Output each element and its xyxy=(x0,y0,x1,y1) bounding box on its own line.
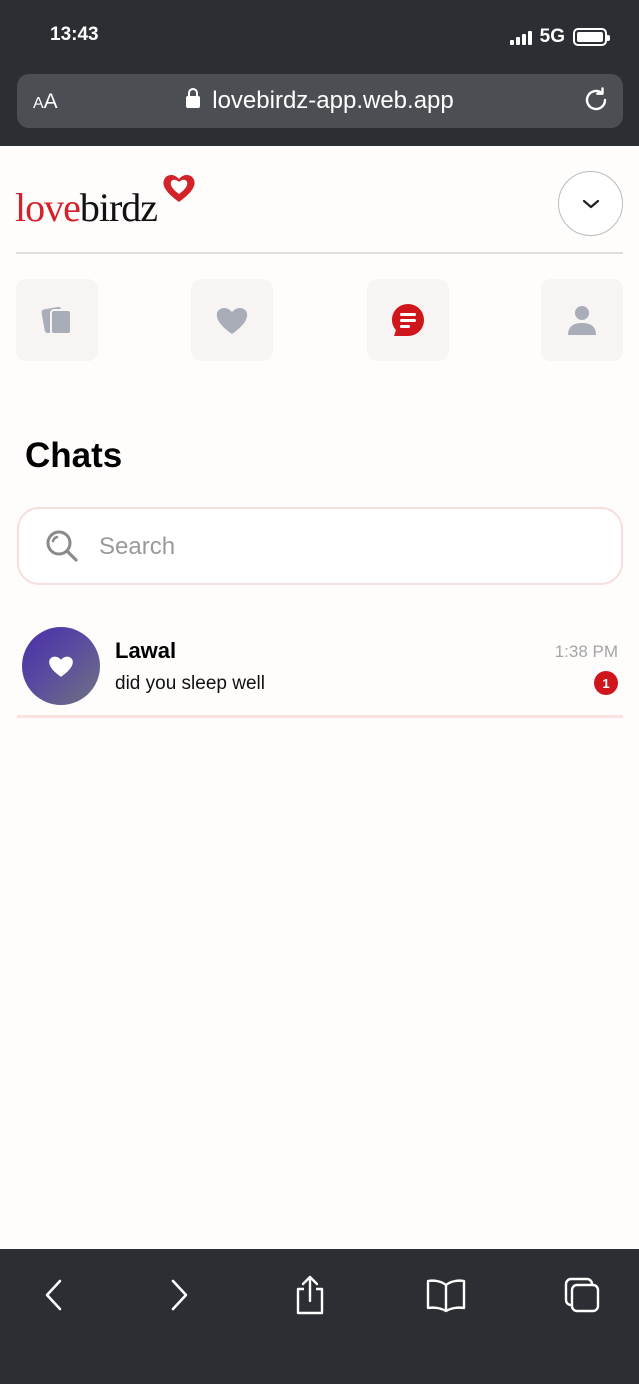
url-text: lovebirdz-app.web.app xyxy=(212,87,454,114)
share-icon xyxy=(296,1275,324,1315)
tabs-button[interactable] xyxy=(558,1271,606,1319)
battery-icon xyxy=(573,28,610,46)
chevron-down-icon xyxy=(582,199,599,208)
logo-heart-icon xyxy=(163,174,195,202)
cards-icon xyxy=(41,306,72,335)
bookmarks-button[interactable] xyxy=(422,1271,470,1319)
search-icon xyxy=(46,530,78,562)
lock-icon xyxy=(186,88,201,108)
page-title: Chats xyxy=(25,436,123,475)
chat-icon xyxy=(392,304,424,336)
reload-icon[interactable] xyxy=(581,85,611,115)
chevron-right-icon xyxy=(171,1279,188,1311)
chat-last-message: did you sleep well xyxy=(115,673,265,694)
url-display[interactable]: lovebirdz-app.web.app xyxy=(17,87,623,115)
search-input[interactable] xyxy=(99,529,579,565)
nav-tab-discover[interactable] xyxy=(16,279,98,361)
app-logo[interactable]: lovebirdz xyxy=(15,172,205,230)
chat-timestamp: 1:38 PM xyxy=(554,642,618,661)
signal-icon xyxy=(509,29,532,45)
browser-toolbar xyxy=(0,1249,639,1384)
header-divider xyxy=(16,252,623,254)
browser-top-chrome: 13:43 5G AA lovebirdz-app.web.app xyxy=(0,0,639,146)
nav-tab-likes[interactable] xyxy=(191,279,273,361)
logo-wordmark: lovebirdz xyxy=(15,185,158,230)
search-box[interactable] xyxy=(17,507,623,585)
status-indicators: 5G xyxy=(509,26,610,48)
book-icon xyxy=(426,1279,466,1313)
nav-tab-chats[interactable] xyxy=(367,279,449,361)
person-icon xyxy=(568,306,596,335)
back-button[interactable] xyxy=(30,1271,78,1319)
chat-list-item[interactable]: Lawal did you sleep well 1:38 PM 1 xyxy=(17,620,623,718)
chevron-left-icon xyxy=(45,1279,62,1311)
account-dropdown-button[interactable] xyxy=(558,171,623,236)
network-label: 5G xyxy=(539,26,565,47)
heart-icon xyxy=(49,656,73,677)
share-button[interactable] xyxy=(286,1271,334,1319)
address-bar[interactable]: AA lovebirdz-app.web.app xyxy=(17,74,623,128)
avatar xyxy=(22,627,100,705)
heart-icon xyxy=(216,307,248,334)
unread-badge: 1 xyxy=(594,671,618,695)
status-time: 13:43 xyxy=(50,24,99,45)
nav-tab-profile[interactable] xyxy=(541,279,623,361)
forward-button[interactable] xyxy=(155,1271,203,1319)
tabs-icon xyxy=(564,1277,600,1313)
chat-contact-name: Lawal xyxy=(115,638,177,663)
